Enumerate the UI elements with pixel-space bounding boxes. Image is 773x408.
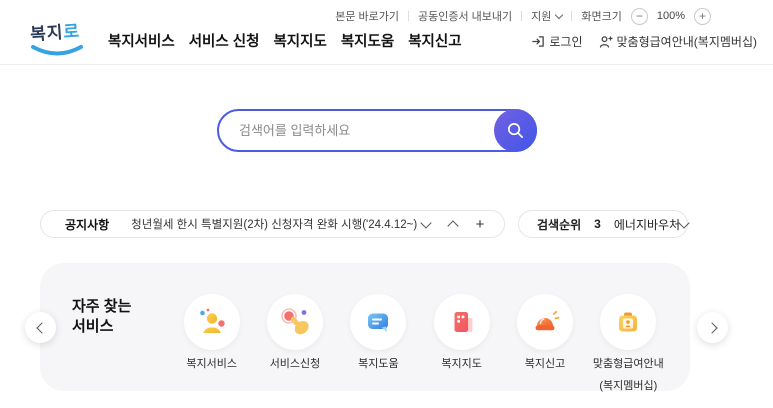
logo-text-dark: 복지: [29, 22, 65, 45]
nav-welfare-report[interactable]: 복지신고: [408, 30, 461, 51]
chevron-up-icon: [447, 219, 459, 232]
zoom-in-button[interactable]: +: [694, 7, 711, 25]
rank-keyword[interactable]: 에너지바우처: [614, 216, 680, 233]
person-icon: [183, 294, 240, 350]
header-right: 로그인 맞춤형급여안내(복지멤버십): [532, 33, 757, 50]
service-label: 복지지도: [441, 358, 482, 370]
title-line1: 자주 찾는: [72, 298, 132, 315]
title-line2: 서비스: [72, 317, 114, 335]
building-icon: [433, 294, 490, 350]
service-item-welfare-map[interactable]: 복지지도: [420, 294, 503, 394]
rank-label: 검색순위: [537, 217, 582, 232]
service-item-welfare-services[interactable]: 복지서비스: [170, 294, 253, 394]
frequent-services-title: 자주 찾는 서비스: [72, 297, 131, 336]
login-label: 로그인: [549, 35, 583, 49]
carousel-next-button[interactable]: [697, 312, 728, 343]
support-dropdown[interactable]: 지원: [531, 8, 564, 24]
chevron-left-icon: [35, 321, 48, 334]
logo-smile-icon: [31, 45, 83, 56]
notice-label: 공지사항: [65, 217, 110, 232]
notice-next-button[interactable]: [447, 218, 459, 232]
hand-click-icon: [266, 294, 323, 350]
logo-text: 복지로: [29, 16, 91, 45]
main-nav: 복지서비스 서비스 신청 복지지도 복지도움 복지신고: [108, 30, 462, 51]
nav-service-apply[interactable]: 서비스 신청: [189, 30, 260, 51]
search-rank-widget: 검색순위 3 에너지바우처: [518, 210, 690, 238]
logo-text-blue: 로: [62, 21, 81, 42]
service-item-service-apply[interactable]: 서비스신청: [253, 294, 336, 394]
utility-bar: 본문 바로가기 공동인증서 내보내기 지원 화면크기 − 100% +: [335, 7, 711, 25]
screen-size-label: 화면크기: [581, 11, 622, 23]
service-items: 복지서비스 서비스신청 복지도움 복지지도 복지신고 맞춤형급여안내 (복지멤버…: [170, 294, 670, 394]
chevron-down-icon: [678, 216, 690, 229]
search-bar: [217, 109, 537, 152]
nav-welfare-help[interactable]: 복지도움: [341, 30, 394, 51]
siren-icon: [516, 294, 573, 350]
chat-bubble-icon: [350, 294, 407, 350]
divider: [571, 11, 573, 21]
service-label: 복지서비스: [186, 358, 237, 370]
gift-badge-icon: [600, 294, 657, 350]
zoom-level-value: 100%: [656, 10, 685, 22]
nav-welfare-map[interactable]: 복지지도: [273, 30, 326, 51]
notice-prev-button[interactable]: [420, 216, 432, 230]
membership-label: 맞춤형급여안내(복지멤버십): [616, 35, 757, 49]
service-label: 서비스신청: [269, 358, 321, 370]
login-icon: [532, 36, 545, 47]
rank-number: 3: [594, 217, 601, 231]
service-label: 복지도움: [358, 358, 399, 370]
service-item-welfare-report[interactable]: 복지신고: [503, 294, 586, 394]
member-person-icon: [599, 35, 613, 48]
carousel-prev-button[interactable]: [25, 312, 56, 343]
service-label-2: (복지멤버십): [599, 379, 658, 392]
cert-export-link[interactable]: 공동인증서 내보내기: [418, 8, 512, 24]
notice-bar: 공지사항 청년월세 한시 특별지원(2차) 신청자격 완화 시행('24.4.1…: [40, 210, 505, 238]
header-divider: [0, 64, 773, 65]
frequent-services-panel: 자주 찾는 서비스 복지서비스 서비스신청 복지도움 복지지도 복지신고 맞춤형…: [40, 263, 690, 394]
notice-expand-button[interactable]: +: [474, 217, 486, 232]
zoom-out-button[interactable]: −: [630, 7, 648, 25]
support-label: 지원: [531, 11, 552, 23]
skip-to-content-link[interactable]: 본문 바로가기: [335, 8, 399, 24]
chevron-down-icon: [555, 10, 564, 19]
divider: [521, 11, 523, 21]
service-item-welfare-help[interactable]: 복지도움: [337, 294, 420, 394]
notice-text[interactable]: 청년월세 한시 특별지원(2차) 신청자격 완화 시행('24.4.12~): [131, 216, 417, 232]
membership-guide-button[interactable]: 맞춤형급여안내(복지멤버십): [599, 33, 757, 50]
rank-dropdown-button[interactable]: [678, 216, 690, 229]
search-button[interactable]: [494, 109, 537, 152]
login-button[interactable]: 로그인: [532, 33, 583, 50]
bokjiro-home-page: 본문 바로가기 공동인증서 내보내기 지원 화면크기 − 100% + 복지로 …: [0, 0, 773, 408]
divider: [407, 11, 409, 21]
bokjiro-logo[interactable]: 복지로: [30, 18, 90, 58]
service-label: 맞춤형급여안내: [592, 358, 664, 370]
search-icon: [507, 122, 524, 139]
notice-controls: +: [420, 216, 486, 232]
chevron-right-icon: [705, 321, 718, 334]
nav-welfare-services[interactable]: 복지서비스: [108, 30, 175, 51]
service-item-membership-guide[interactable]: 맞춤형급여안내 (복지멤버십): [587, 294, 670, 394]
search-input[interactable]: [239, 123, 485, 138]
chevron-down-icon: [420, 216, 432, 229]
service-label: 복지신고: [524, 358, 566, 370]
